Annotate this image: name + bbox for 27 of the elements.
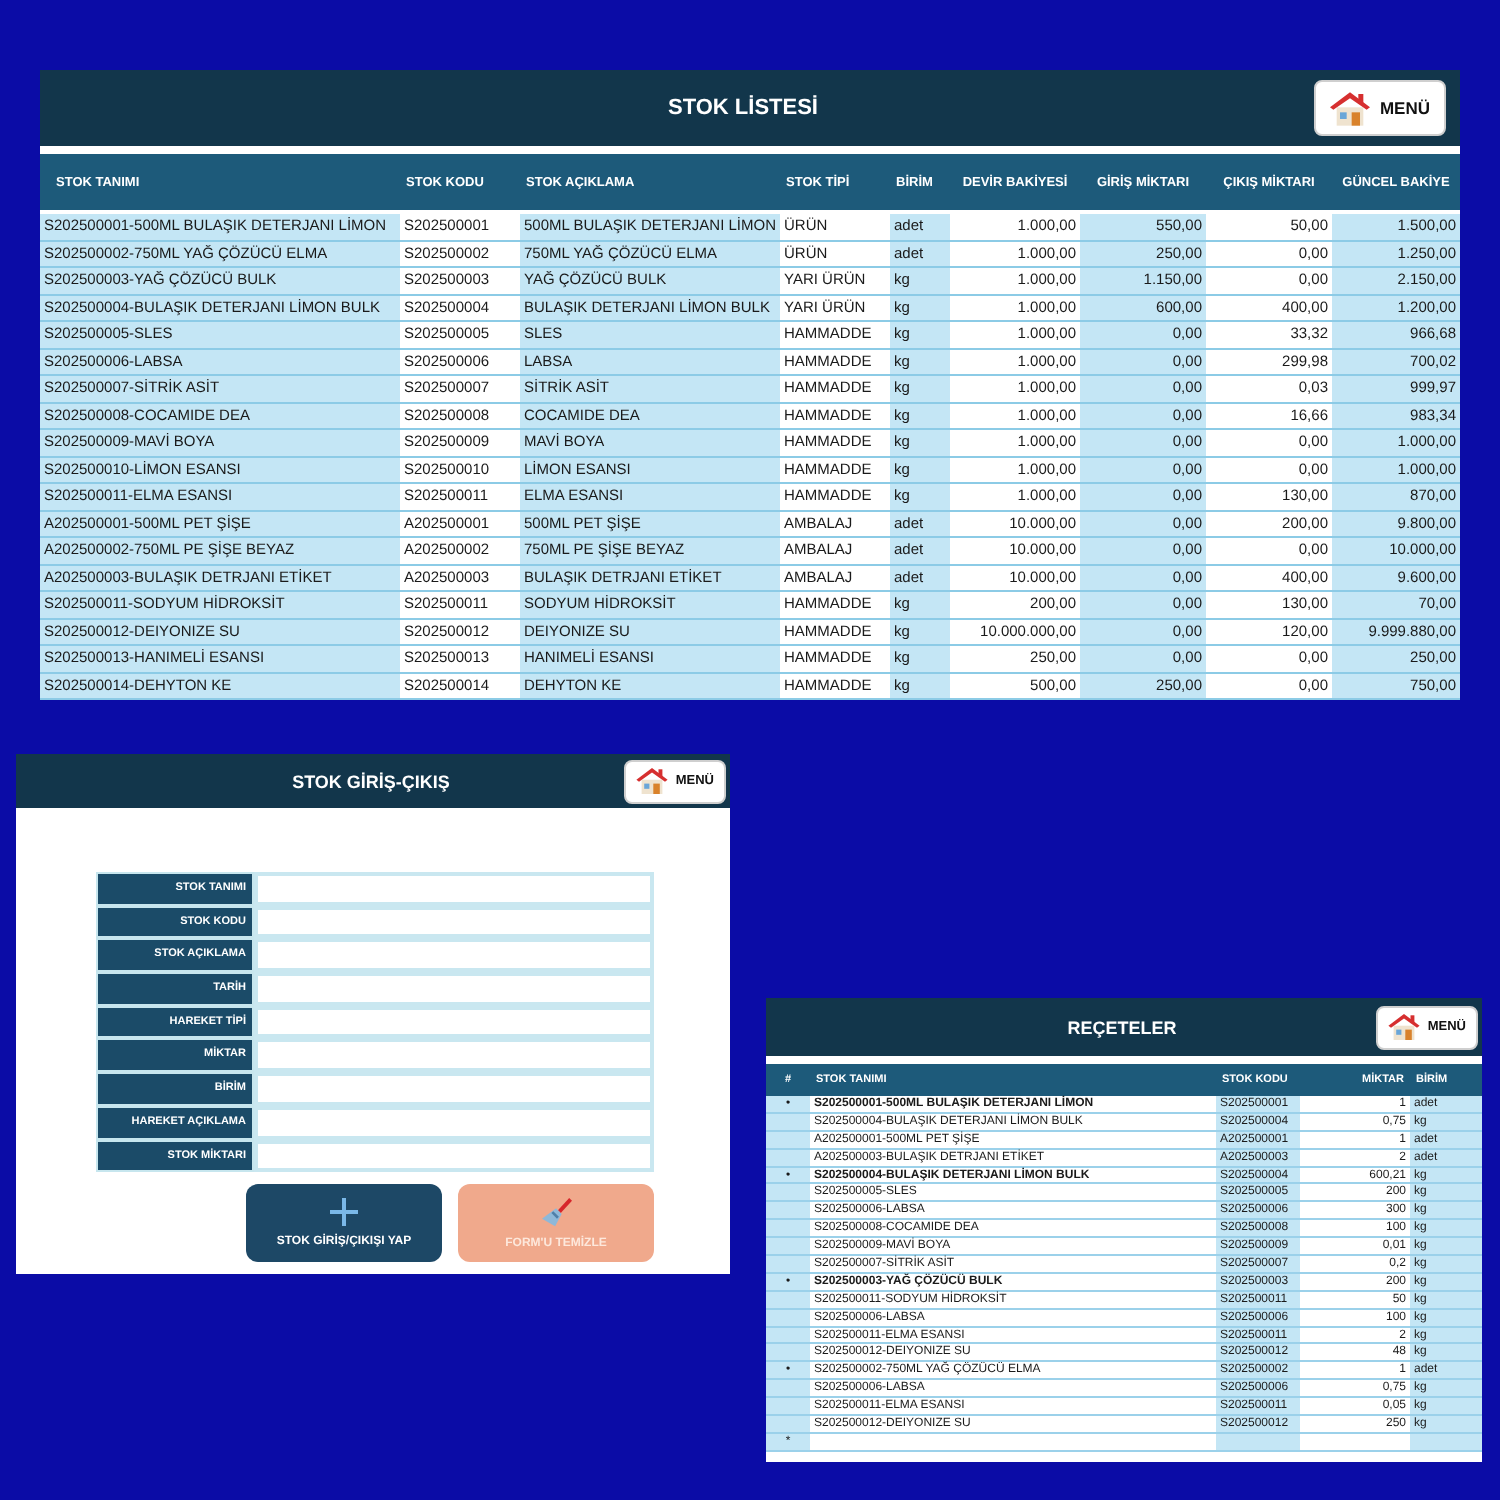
- table-cell: [766, 1380, 810, 1399]
- house-icon: [1387, 1014, 1420, 1040]
- table-cell: [766, 1238, 810, 1257]
- input-field[interactable]: [254, 1038, 654, 1073]
- plus-icon: [330, 1198, 358, 1227]
- panel-title: STOK LİSTESİ: [668, 96, 818, 120]
- table-cell: [766, 1344, 810, 1363]
- table-cell: [766, 1220, 810, 1239]
- house-icon: [1329, 91, 1370, 125]
- input-field[interactable]: [254, 1005, 654, 1039]
- panel-title: REÇETELER: [1067, 1017, 1177, 1037]
- input-field[interactable]: [254, 1072, 654, 1106]
- input-field[interactable]: [254, 938, 654, 973]
- menu-button[interactable]: MENÜ: [1313, 80, 1446, 136]
- broom-icon: [541, 1197, 571, 1228]
- panel-title: STOK GİRİŞ-ÇIKIŞ: [292, 771, 450, 791]
- input-field[interactable]: [254, 1105, 654, 1139]
- input-field[interactable]: [254, 1139, 654, 1173]
- table-cell: [766, 1256, 810, 1274]
- table-cell: [766, 1416, 810, 1434]
- input-field[interactable]: [254, 905, 654, 939]
- input-field[interactable]: [254, 872, 654, 906]
- table-cell: [766, 1398, 810, 1417]
- table-cell: [766, 1184, 810, 1203]
- input-field[interactable]: [254, 972, 654, 1006]
- house-icon: [635, 768, 668, 794]
- table-cell: [766, 1202, 810, 1221]
